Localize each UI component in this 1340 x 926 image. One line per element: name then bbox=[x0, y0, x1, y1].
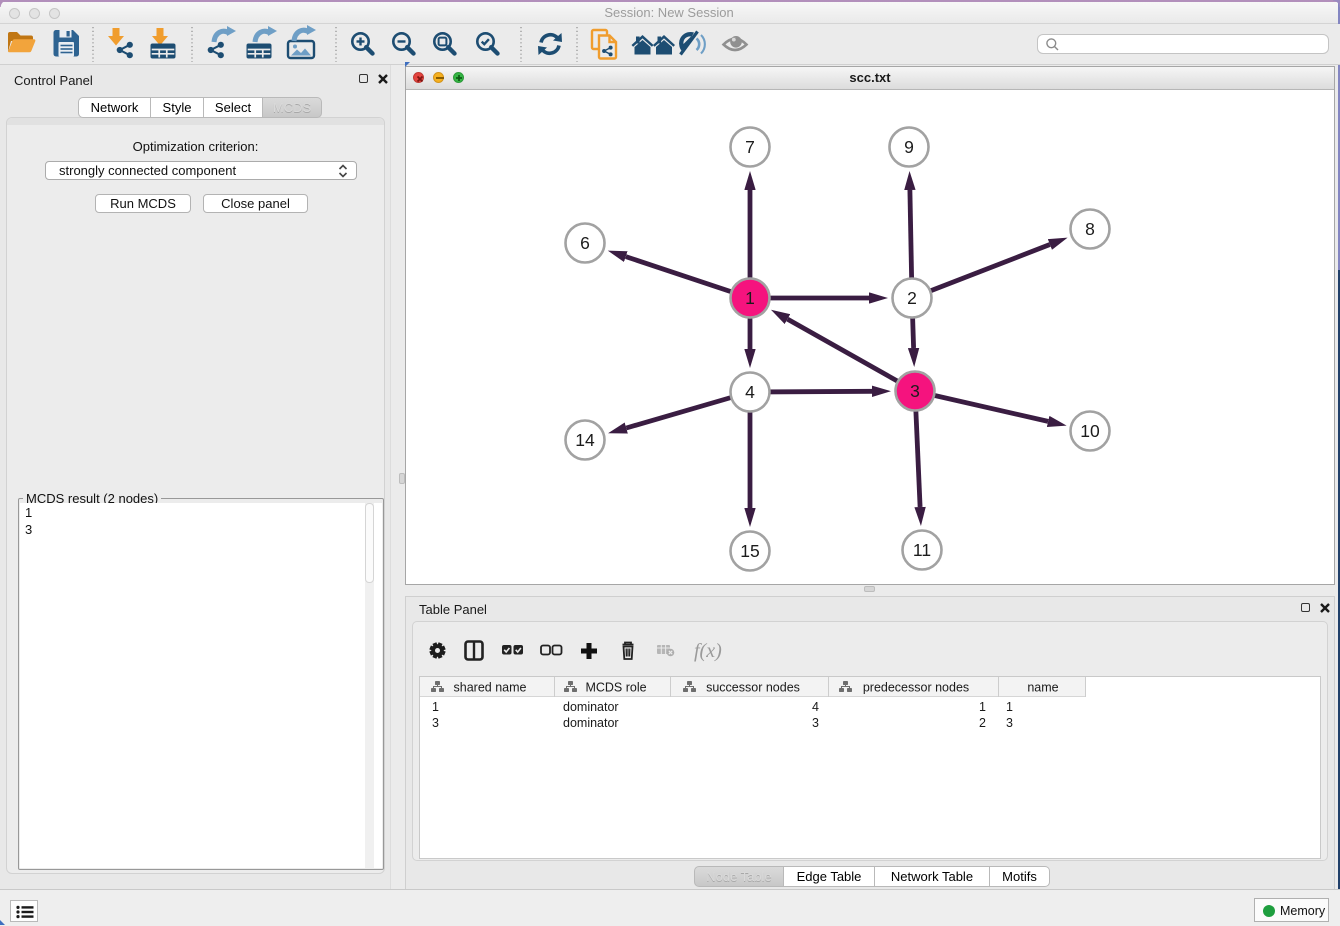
svg-text:MCDS role: MCDS role bbox=[585, 681, 646, 695]
svg-text:successor nodes: successor nodes bbox=[706, 681, 800, 695]
svg-text:predecessor nodes: predecessor nodes bbox=[863, 681, 969, 695]
svg-text:shared name: shared name bbox=[454, 681, 527, 695]
svg-text:4: 4 bbox=[812, 700, 819, 714]
svg-text:6: 6 bbox=[580, 233, 590, 253]
svg-text:15: 15 bbox=[740, 541, 759, 561]
svg-text:1: 1 bbox=[432, 700, 439, 714]
svg-text:2: 2 bbox=[979, 716, 986, 730]
svg-text:3: 3 bbox=[812, 716, 819, 730]
svg-text:3: 3 bbox=[910, 381, 920, 401]
svg-text:14: 14 bbox=[575, 430, 595, 450]
svg-text:dominator: dominator bbox=[563, 700, 619, 714]
svg-text:3: 3 bbox=[1006, 716, 1013, 730]
svg-text:9: 9 bbox=[904, 137, 914, 157]
svg-text:11: 11 bbox=[913, 540, 931, 560]
svg-text:name: name bbox=[1027, 681, 1058, 695]
svg-text:10: 10 bbox=[1080, 421, 1100, 441]
svg-text:7: 7 bbox=[745, 137, 755, 157]
svg-text:1: 1 bbox=[979, 700, 986, 714]
svg-text:4: 4 bbox=[745, 382, 755, 402]
svg-text:f(x): f(x) bbox=[694, 640, 722, 662]
svg-text:1: 1 bbox=[745, 288, 755, 308]
svg-text:8: 8 bbox=[1085, 219, 1095, 239]
svg-text:dominator: dominator bbox=[563, 716, 619, 730]
svg-text:2: 2 bbox=[907, 288, 917, 308]
svg-text:3: 3 bbox=[432, 716, 439, 730]
svg-text:1: 1 bbox=[1006, 700, 1013, 714]
